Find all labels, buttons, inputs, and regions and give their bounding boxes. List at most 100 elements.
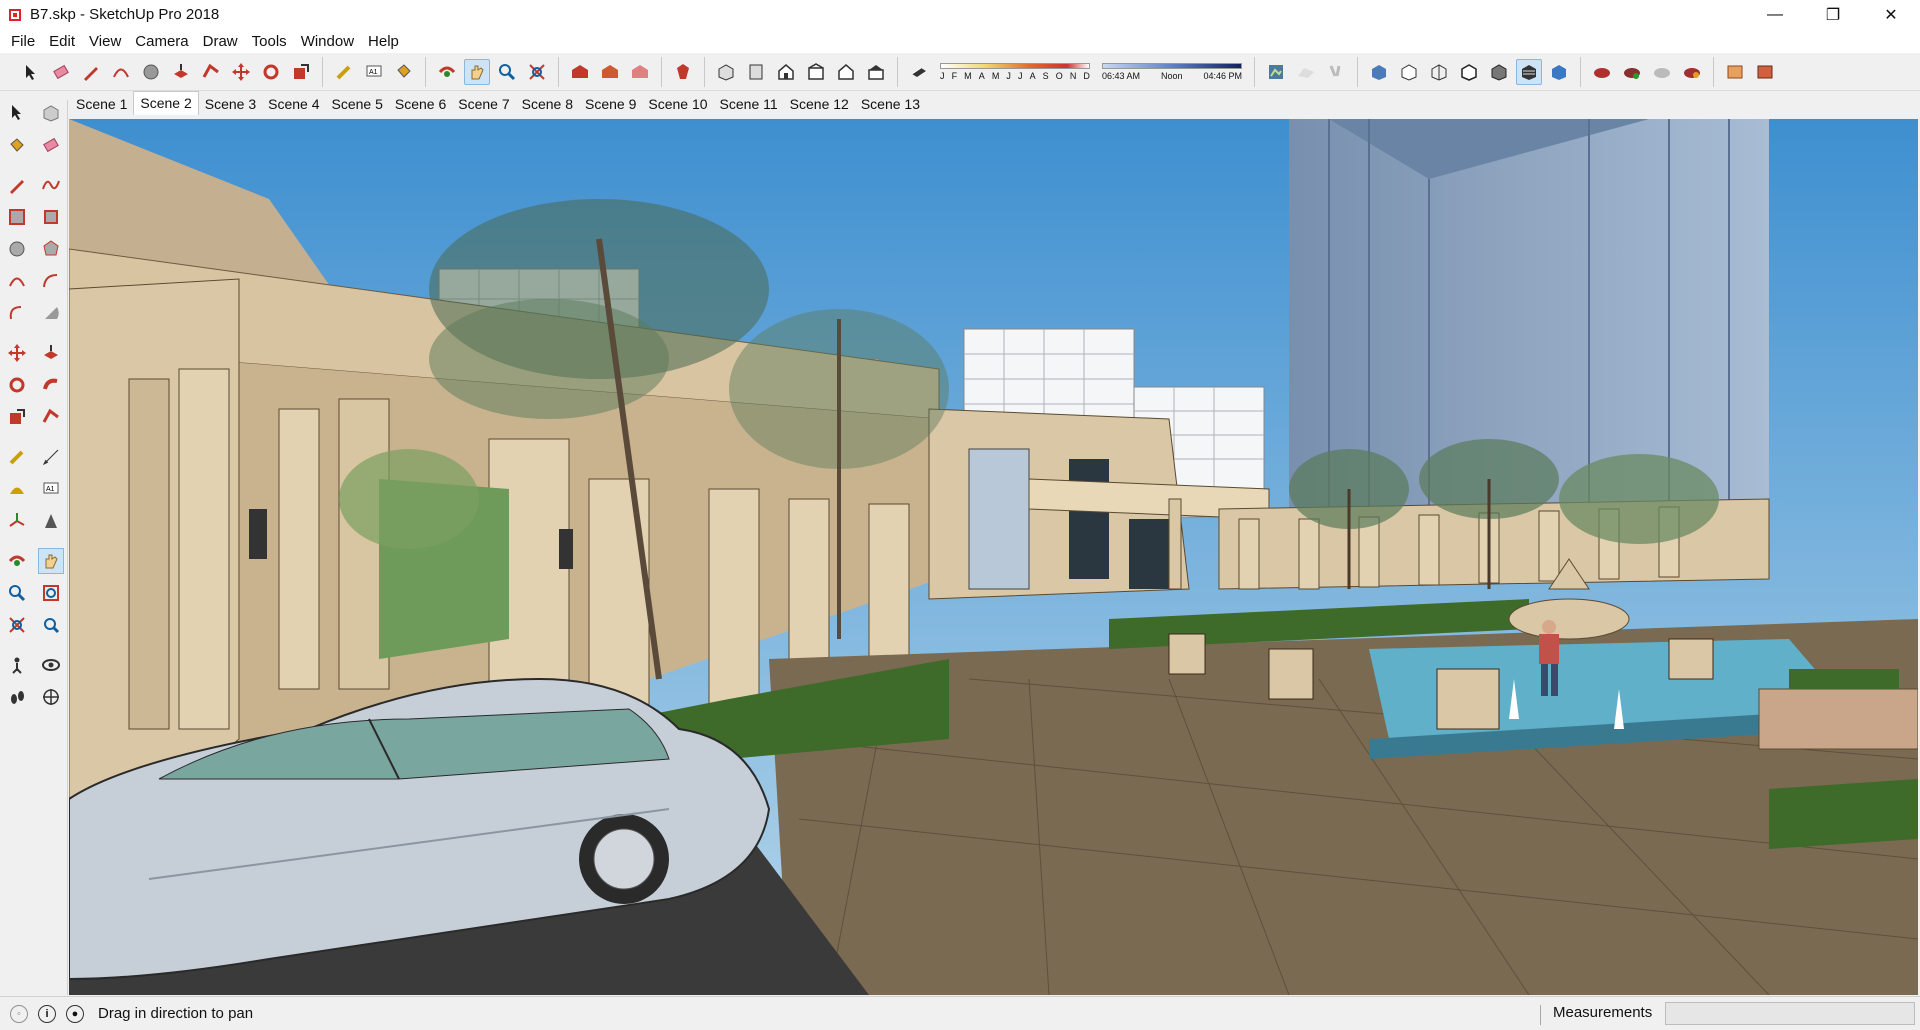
move-icon[interactable]: [4, 340, 30, 366]
walk-icon[interactable]: [4, 684, 30, 710]
back-view-icon[interactable]: [833, 59, 859, 85]
plugin-red-icon[interactable]: [1589, 59, 1615, 85]
model-viewport[interactable]: [69, 119, 1918, 995]
menu-draw[interactable]: Draw: [196, 33, 245, 50]
top-view-icon[interactable]: [743, 59, 769, 85]
tape-measure-icon[interactable]: [4, 444, 30, 470]
dimension-icon[interactable]: [38, 444, 64, 470]
eraser-icon[interactable]: [38, 132, 64, 158]
orbit-icon[interactable]: [4, 548, 30, 574]
plugin-gray-icon[interactable]: [1649, 59, 1675, 85]
maximize-button[interactable]: ❐: [1804, 0, 1862, 29]
share-model-icon[interactable]: [597, 59, 623, 85]
wireframe-style-icon[interactable]: [1426, 59, 1452, 85]
push-pull-icon[interactable]: [38, 340, 64, 366]
offset-icon[interactable]: [198, 59, 224, 85]
menu-window[interactable]: Window: [294, 33, 361, 50]
ruby-console-icon[interactable]: [670, 59, 696, 85]
minimize-button[interactable]: —: [1746, 0, 1804, 29]
scene-tab[interactable]: Scene 10: [642, 93, 713, 115]
zoom-extents-icon[interactable]: [4, 612, 30, 638]
xray-style-icon[interactable]: [1366, 59, 1392, 85]
geo-location-icon[interactable]: ◦: [10, 1004, 28, 1023]
close-button[interactable]: ✕: [1862, 0, 1920, 29]
extension-warehouse-icon[interactable]: [627, 59, 653, 85]
scale-icon[interactable]: [288, 59, 314, 85]
select-icon[interactable]: [18, 59, 44, 85]
menu-tools[interactable]: Tools: [245, 33, 294, 50]
warehouse-icon[interactable]: [567, 59, 593, 85]
pie-icon[interactable]: [38, 300, 64, 326]
shaded-style-icon[interactable]: [1486, 59, 1512, 85]
menu-edit[interactable]: Edit: [42, 33, 82, 50]
iso-view-icon[interactable]: [713, 59, 739, 85]
zoom-icon[interactable]: [494, 59, 520, 85]
scene-tab[interactable]: Scene 5: [326, 93, 389, 115]
offset-icon[interactable]: [38, 404, 64, 430]
make-component-icon[interactable]: [38, 100, 64, 126]
plugin-green-icon[interactable]: [1619, 59, 1645, 85]
user-account-icon[interactable]: ●: [66, 1004, 84, 1023]
shapes-icon[interactable]: [138, 59, 164, 85]
add-location-icon[interactable]: [1263, 59, 1289, 85]
scene-tab[interactable]: Scene 3: [199, 93, 262, 115]
front-view-icon[interactable]: [773, 59, 799, 85]
scale-icon[interactable]: [4, 404, 30, 430]
menu-view[interactable]: View: [82, 33, 128, 50]
section-plane-icon[interactable]: [38, 684, 64, 710]
scene-render[interactable]: [69, 119, 1918, 995]
paint-bucket-icon[interactable]: [391, 59, 417, 85]
style-builder-icon[interactable]: [1752, 59, 1778, 85]
scene-tab[interactable]: Scene 1: [70, 93, 133, 115]
stamp-icon[interactable]: [1323, 59, 1349, 85]
rotate-icon[interactable]: [258, 59, 284, 85]
circle-icon[interactable]: [4, 236, 30, 262]
measurements-input[interactable]: [1665, 1002, 1915, 1025]
arc-icon[interactable]: [108, 59, 134, 85]
pencil-icon[interactable]: [78, 59, 104, 85]
axes-icon[interactable]: [4, 508, 30, 534]
shadow-time-slider[interactable]: 06:43 AM Noon 04:46 PM: [1102, 62, 1242, 81]
scene-tab[interactable]: Scene 4: [262, 93, 325, 115]
two-point-arc-icon[interactable]: [38, 268, 64, 294]
select-icon[interactable]: [4, 100, 30, 126]
right-view-icon[interactable]: [803, 59, 829, 85]
paint-bucket-icon[interactable]: [4, 132, 30, 158]
3d-text-icon[interactable]: [38, 508, 64, 534]
push-pull-icon[interactable]: [168, 59, 194, 85]
pan-icon[interactable]: [38, 548, 64, 574]
polygon-icon[interactable]: [38, 236, 64, 262]
menu-help[interactable]: Help: [361, 33, 406, 50]
scene-tab[interactable]: Scene 6: [389, 93, 452, 115]
back-edges-style-icon[interactable]: [1396, 59, 1422, 85]
shadow-date-slider[interactable]: J F M A M J J A S O N D: [940, 62, 1090, 81]
scene-tab[interactable]: Scene 7: [452, 93, 515, 115]
text-icon[interactable]: A1: [38, 476, 64, 502]
shaded-textures-style-icon[interactable]: [1516, 58, 1542, 85]
hidden-line-style-icon[interactable]: [1456, 59, 1482, 85]
line-icon[interactable]: [4, 172, 30, 198]
scene-tab-active[interactable]: Scene 2: [133, 91, 199, 115]
three-point-arc-icon[interactable]: [4, 300, 30, 326]
zoom-extents-icon[interactable]: [524, 59, 550, 85]
text-icon[interactable]: A1: [361, 59, 387, 85]
scene-tab[interactable]: Scene 8: [516, 93, 579, 115]
protractor-icon[interactable]: [4, 476, 30, 502]
previous-view-icon[interactable]: [38, 612, 64, 638]
freehand-icon[interactable]: [38, 172, 64, 198]
follow-me-icon[interactable]: [38, 372, 64, 398]
rotate-icon[interactable]: [4, 372, 30, 398]
zoom-icon[interactable]: [4, 580, 30, 606]
tape-measure-icon[interactable]: [331, 59, 357, 85]
layout-icon[interactable]: [1722, 59, 1748, 85]
eraser-icon[interactable]: [48, 59, 74, 85]
terrain-icon[interactable]: [1293, 59, 1319, 85]
scene-tab[interactable]: Scene 12: [784, 93, 855, 115]
rotated-rectangle-icon[interactable]: [38, 204, 64, 230]
scene-tab[interactable]: Scene 11: [714, 93, 784, 115]
scene-tab[interactable]: Scene 13: [855, 93, 926, 115]
arc-icon[interactable]: [4, 268, 30, 294]
plugin-orange-icon[interactable]: [1679, 59, 1705, 85]
move-icon[interactable]: [228, 59, 254, 85]
menu-camera[interactable]: Camera: [128, 33, 195, 50]
